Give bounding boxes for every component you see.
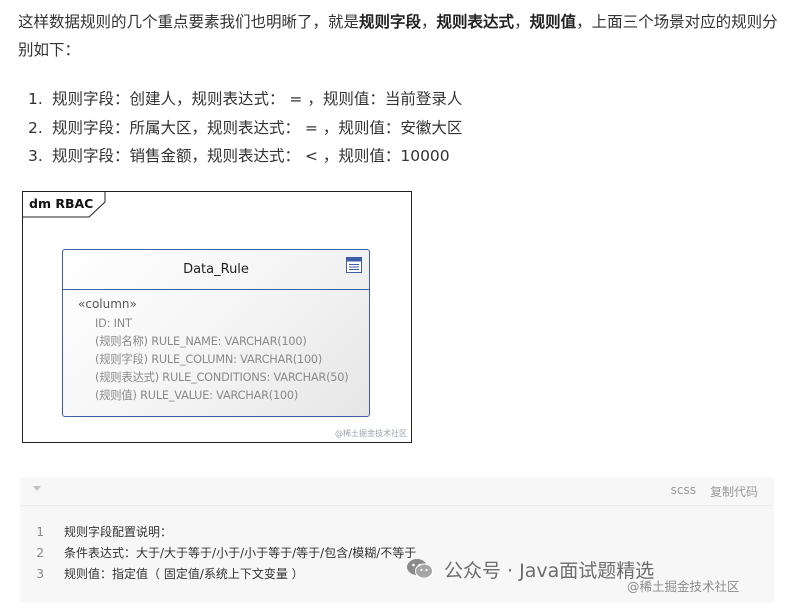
line-number: 1 — [36, 525, 44, 539]
intro-sep-2: ， — [514, 13, 530, 31]
code-text: 规则字段配置说明： — [64, 525, 173, 539]
copy-code-button[interactable]: 复制代码 — [710, 483, 758, 500]
code-line: 1 规则字段配置说明： — [20, 522, 416, 543]
class-attribute: (规则字段) RULE_COLUMN: VARCHAR(100) — [95, 353, 323, 366]
diagram-watermark: @稀土掘金技术社区 — [335, 429, 407, 438]
table-icon — [346, 257, 362, 273]
code-text: 条件表达式：大于/大于等于/小于/小于等于/等于/包含/模糊/不等于 — [64, 546, 417, 560]
class-name: Data_Rule — [183, 262, 249, 277]
package-label: dm RBAC — [29, 196, 94, 211]
class-attribute: ID: INT — [95, 317, 132, 330]
code-lines: 1 规则字段配置说明： 2 条件表达式：大于/大于等于/小于/小于等于/等于/包含/… — [20, 522, 416, 585]
line-number: 3 — [36, 567, 44, 581]
list-number: 2. — [28, 118, 43, 137]
wechat-account-name: 公众号 · Java面试题精选 — [444, 559, 655, 582]
package-tab: dm RBAC — [23, 192, 106, 218]
code-text: 规则值：指定值（ 固定值/系统上下文变量 ） — [64, 567, 304, 581]
intro-sep-1: ， — [421, 13, 437, 31]
code-language-label: scss — [670, 483, 696, 497]
code-line: 3 规则值：指定值（ 固定值/系统上下文变量 ） — [20, 564, 416, 585]
class-attribute: (规则名称) RULE_NAME: VARCHAR(100) — [95, 335, 307, 348]
class-box: Data_Rule «column» ID: INT (规则名称) RULE_N… — [62, 249, 370, 417]
code-line: 2 条件表达式：大于/大于等于/小于/小于等于/等于/包含/模糊/不等于 — [20, 543, 416, 564]
intro-text-a: 这样数据规则的几个重点要素我们也明晰了，就是 — [18, 13, 360, 31]
class-attributes: ID: INT (规则名称) RULE_NAME: VARCHAR(100) (… — [95, 315, 349, 405]
code-toolbar: scss 复制代码 — [20, 477, 774, 506]
list-item: 3. 规则字段：销售金额，规则表达式： < ，规则值：10000 — [28, 142, 462, 171]
list-text: 规则字段：创建人，规则表达式： = ，规则值：当前登录人 — [52, 90, 463, 108]
class-attribute: (规则表达式) RULE_CONDITIONS: VARCHAR(50) — [95, 371, 349, 384]
list-number: 1. — [28, 90, 43, 108]
rules-list: 1. 规则字段：创建人，规则表达式： = ，规则值：当前登录人 2. 规则字段：所属… — [28, 85, 462, 171]
keyword-rule-value: 规则值 — [529, 13, 577, 31]
wechat-watermark: 公众号 · Java面试题精选 — [406, 554, 654, 584]
wechat-icon — [407, 559, 433, 579]
class-attribute: (规则值) RULE_VALUE: VARCHAR(100) — [95, 389, 299, 402]
keyword-rule-expression: 规则表达式 — [436, 13, 515, 31]
intro-paragraph: 这样数据规则的几个重点要素我们也明晰了，就是规则字段，规则表达式，规则值，上面三… — [18, 8, 778, 64]
list-text: 规则字段：销售金额，规则表达式： < ，规则值：10000 — [52, 147, 450, 165]
list-item: 2. 规则字段：所属大区，规则表达式： = ，规则值：安徽大区 — [28, 114, 462, 143]
line-number: 2 — [36, 546, 44, 560]
list-number: 3. — [28, 147, 43, 165]
juejin-watermark: @稀土掘金技术社区 — [627, 579, 740, 594]
keyword-rule-field: 规则字段 — [359, 13, 422, 31]
uml-diagram: dm RBAC Data_Rule «column» ID: INT (规则名称… — [22, 191, 412, 443]
list-item: 1. 规则字段：创建人，规则表达式： = ，规则值：当前登录人 — [28, 85, 462, 114]
list-text: 规则字段：所属大区，规则表达式： = ，规则值：安徽大区 — [52, 118, 463, 137]
chevron-down-icon[interactable] — [33, 486, 41, 491]
class-stereotype: «column» — [78, 297, 137, 311]
class-header: Data_Rule — [63, 250, 369, 290]
